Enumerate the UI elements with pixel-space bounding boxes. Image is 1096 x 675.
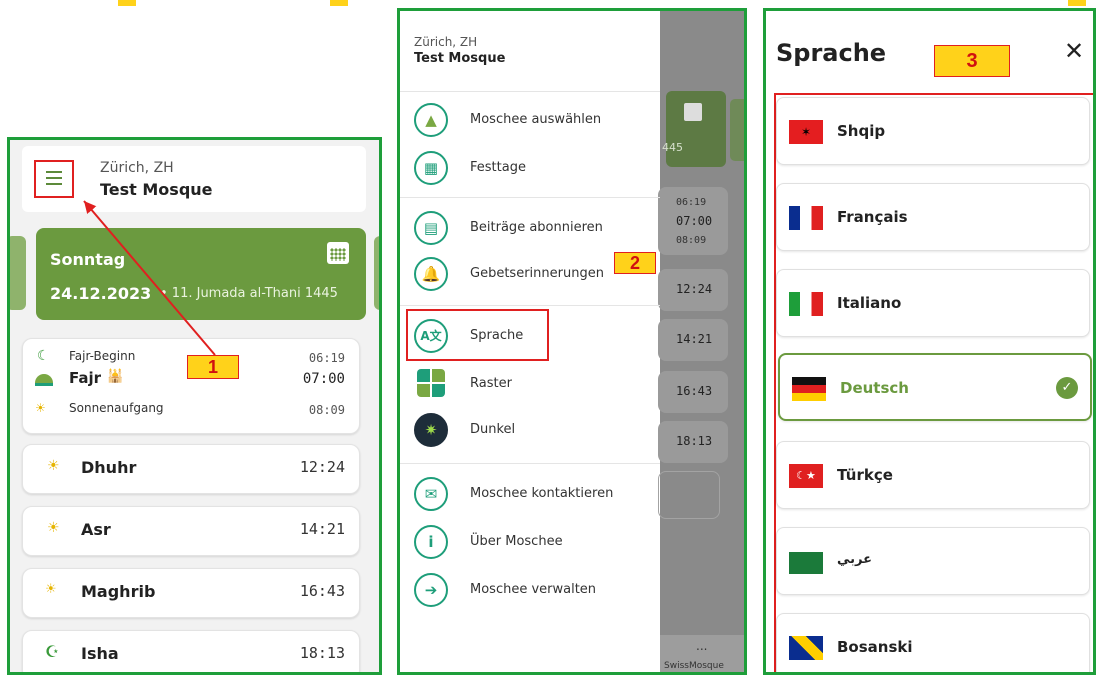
divider — [400, 91, 660, 92]
dimmed-background: 445 06:19 07:00 08:09 12:24 14:21 16:43 … — [658, 11, 744, 672]
menu-item-select-mosque[interactable]: ▲ Moschee auswählen — [400, 99, 654, 143]
language-name: Deutsch — [840, 379, 909, 397]
menu-item-manage[interactable]: ➔ Moschee verwalten — [400, 569, 654, 613]
menu-label: Raster — [470, 376, 512, 391]
annotation-2: 2 — [614, 252, 656, 274]
language-name: Italiano — [837, 294, 902, 312]
close-icon[interactable]: ✕ — [1064, 37, 1084, 65]
screen-side-menu: 445 06:19 07:00 08:09 12:24 14:21 16:43 … — [397, 8, 747, 675]
language-name: Bosanski — [837, 638, 913, 656]
flag-turkey-icon: ☾★ — [789, 464, 823, 488]
drawer-city: Zürich, ZH — [414, 35, 478, 49]
language-option-arabic[interactable]: عربي — [776, 527, 1090, 595]
language-option-francais[interactable]: Français — [776, 183, 1090, 251]
language-name: Shqip — [837, 122, 886, 140]
calendar-icon — [684, 103, 702, 121]
newsletter-icon: ▤ — [414, 211, 448, 245]
lightbulb-icon: ✷ — [414, 413, 448, 447]
info-icon: i — [414, 525, 448, 559]
flag-france-icon — [789, 206, 823, 230]
mail-icon: ✉ — [414, 477, 448, 511]
check-icon: ✓ — [1056, 377, 1078, 399]
divider — [400, 463, 660, 464]
drawer-mosque: Test Mosque — [414, 51, 506, 66]
bell-icon: 🔔 — [414, 257, 448, 291]
language-name: Türkçe — [837, 466, 893, 484]
menu-label: Über Moschee — [470, 534, 563, 549]
menu-item-grid[interactable]: Raster — [400, 363, 654, 407]
menu-label: Sprache — [470, 328, 524, 343]
language-option-deutsch[interactable]: Deutsch ✓ — [778, 353, 1092, 421]
menu-item-subscribe[interactable]: ▤ Beiträge abonnieren — [400, 207, 654, 251]
menu-label: Beiträge abonnieren — [470, 220, 603, 235]
divider — [400, 305, 660, 306]
menu-label: Dunkel — [470, 422, 516, 437]
menu-label: Moschee kontaktieren — [470, 486, 614, 501]
menu-item-contact[interactable]: ✉ Moschee kontaktieren — [400, 473, 654, 517]
annotation-3: 3 — [934, 45, 1010, 77]
divider — [400, 197, 660, 198]
menu-item-holidays[interactable]: ▦ Festtage — [400, 147, 654, 191]
menu-item-language[interactable]: A文 Sprache — [400, 309, 654, 361]
flag-italy-icon — [789, 292, 823, 316]
flag-bosnia-icon — [789, 636, 823, 660]
language-option-italiano[interactable]: Italiano — [776, 269, 1090, 337]
flag-albania-icon: ✶ — [789, 120, 823, 144]
translate-icon: A文 — [414, 319, 448, 353]
flag-germany-icon — [792, 377, 826, 401]
language-option-shqip[interactable]: ✶ Shqip — [776, 97, 1090, 165]
menu-item-about[interactable]: i Über Moschee — [400, 521, 654, 565]
login-icon: ➔ — [414, 573, 448, 607]
screen-language: Sprache ✕ ✶ Shqip Français Italiano Deut… — [763, 8, 1096, 675]
flag-saudi-arabia-icon — [789, 552, 823, 574]
menu-item-dark[interactable]: ✷ Dunkel — [400, 409, 654, 453]
mosque-icon: ▲ — [414, 103, 448, 137]
menu-label: Moschee auswählen — [470, 112, 602, 127]
language-name: Français — [837, 208, 908, 226]
menu-label: Gebetserinnerungen — [470, 266, 604, 281]
menu-label: Moschee verwalten — [470, 582, 597, 597]
language-option-turkce[interactable]: ☾★ Türkçe — [776, 441, 1090, 509]
language-name: عربي — [837, 552, 873, 567]
language-title: Sprache — [776, 39, 887, 67]
language-option-bosanski[interactable]: Bosanski — [776, 613, 1090, 672]
annotation-1: 1 — [187, 355, 239, 379]
menu-label: Festtage — [470, 160, 526, 175]
grid-icon — [417, 369, 445, 397]
calendar-icon: ▦ — [414, 151, 448, 185]
